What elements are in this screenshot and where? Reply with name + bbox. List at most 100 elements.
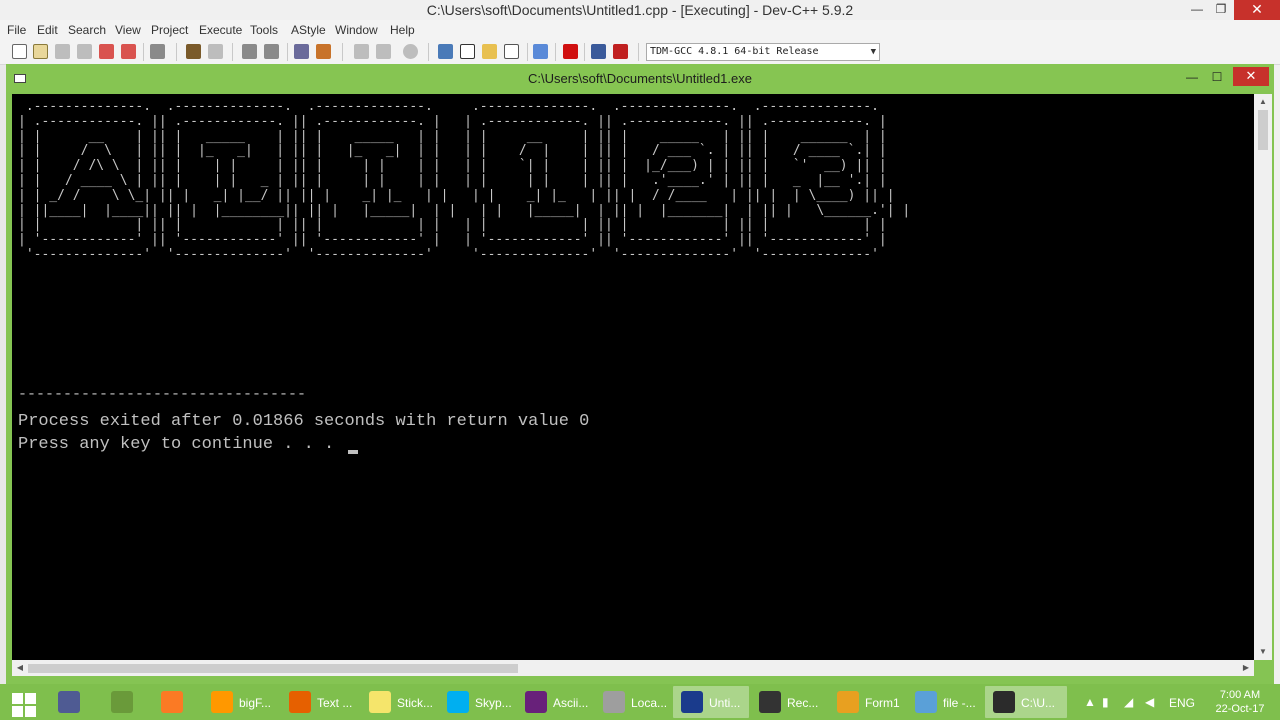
taskbar-app-label: Text ... [317, 696, 353, 710]
horizontal-scroll-thumb[interactable] [28, 664, 518, 673]
taskbar-app-label: Rec... [787, 696, 819, 710]
console-output[interactable]: .--------------. .--------------. .-----… [12, 94, 1254, 660]
taskbar-app-firefox[interactable]: Text ... [281, 686, 357, 718]
profile-chart-icon[interactable] [591, 44, 606, 59]
taskbar-app-sublime[interactable]: bigF... [203, 686, 279, 718]
ide-title: C:\Users\soft\Documents\Untitled1.cpp - … [426, 2, 854, 18]
print-icon[interactable] [150, 44, 165, 59]
taskbar: bigF... Text ... Stick... Skyp... Ascii... Lo… [0, 684, 1280, 720]
taskbar-app-recorder[interactable]: Rec... [751, 686, 827, 718]
taskbar-app-label: Stick... [397, 696, 434, 710]
toolbar-separator [638, 43, 639, 61]
menu-bar: File Edit Search View Project Execute To… [0, 20, 1280, 39]
taskbar-app-android-studio[interactable] [103, 686, 145, 718]
new-project-icon[interactable] [438, 44, 453, 59]
compiler-select-value: TDM-GCC 4.8.1 64-bit Release [650, 46, 819, 57]
undo-icon[interactable] [186, 44, 201, 59]
taskbar-app-php[interactable] [50, 686, 92, 718]
ide-maximize-button[interactable]: ❐ [1207, 0, 1235, 20]
menu-view[interactable]: View [115, 23, 141, 37]
ide-titlebar: C:\Users\soft\Documents\Untitled1.cpp - … [0, 0, 1280, 20]
find-icon[interactable] [242, 44, 257, 59]
menu-file[interactable]: File [7, 23, 26, 37]
taskbar-app-label: Unti... [709, 696, 741, 710]
taskbar-app-form[interactable]: Form1 [829, 686, 905, 718]
toolbar: TDM-GCC 4.8.1 64-bit Release ▼ [0, 39, 1280, 65]
taskbar-app-label: Skyp... [475, 696, 512, 710]
console-maximize-button[interactable]: ☐ [1203, 68, 1231, 88]
vertical-scrollbar[interactable]: ▲ ▼ [1254, 94, 1272, 660]
menu-help[interactable]: Help [390, 23, 415, 37]
recorder-icon [759, 691, 781, 713]
tray-network-icon[interactable]: ◢ [1124, 696, 1136, 708]
toolbar-separator [342, 43, 343, 61]
taskbar-app-dev-cpp[interactable]: Unti... [673, 686, 749, 718]
ide-close-button[interactable]: ✕ [1234, 0, 1280, 20]
redo-icon[interactable] [208, 44, 223, 59]
sticky-notes-icon [369, 691, 391, 713]
class-browser-icon[interactable] [482, 44, 497, 59]
vertical-scroll-thumb[interactable] [1258, 110, 1268, 150]
menu-execute[interactable]: Execute [199, 23, 242, 37]
indent-icon[interactable] [294, 44, 309, 59]
tray-language[interactable]: ENG [1169, 696, 1195, 710]
console-window: C:\Users\soft\Documents\Untitled1.exe — … [6, 64, 1274, 684]
taskbar-app-drive[interactable]: Loca... [595, 686, 671, 718]
file-icon [915, 691, 937, 713]
tray-volume-icon[interactable]: ◀ [1145, 696, 1157, 708]
toolbar-separator [232, 43, 233, 61]
new-file-icon[interactable] [12, 44, 27, 59]
taskbar-app-console[interactable]: C:\U... [985, 686, 1067, 718]
scroll-down-arrow-icon[interactable]: ▼ [1254, 644, 1272, 660]
scroll-right-arrow-icon[interactable]: ▶ [1238, 660, 1254, 676]
close-all-icon[interactable] [121, 44, 136, 59]
ascii-art-output: .--------------. .--------------. .-----… [18, 99, 911, 262]
window-icon[interactable] [460, 44, 475, 59]
menu-search[interactable]: Search [68, 23, 106, 37]
unindent-icon[interactable] [316, 44, 331, 59]
menu-edit[interactable]: Edit [37, 23, 58, 37]
tray-power-icon[interactable]: ▮ [1102, 696, 1114, 708]
taskbar-app-xampp[interactable] [153, 686, 195, 718]
start-button[interactable] [6, 690, 40, 717]
console-close-button[interactable]: ✕ [1233, 67, 1269, 86]
forward-icon[interactable] [376, 44, 391, 59]
delete-profile-icon[interactable] [613, 44, 628, 59]
taskbar-app-skype[interactable]: Skyp... [439, 686, 515, 718]
skype-icon [447, 691, 469, 713]
taskbar-app-visual-studio[interactable]: Ascii... [517, 686, 593, 718]
grid-icon[interactable] [504, 44, 519, 59]
menu-window[interactable]: Window [335, 23, 378, 37]
form-icon [837, 691, 859, 713]
xampp-icon [161, 691, 183, 713]
check-syntax-icon[interactable] [533, 44, 548, 59]
android-studio-icon [111, 691, 133, 713]
save-icon[interactable] [55, 44, 70, 59]
tray-clock[interactable]: 7:00 AM 22-Oct-17 [1208, 688, 1272, 716]
text-cursor [348, 450, 358, 454]
chevron-down-icon: ▼ [870, 47, 876, 57]
close-file-icon[interactable] [99, 44, 114, 59]
scroll-left-arrow-icon[interactable]: ◀ [12, 660, 28, 676]
menu-astyle[interactable]: AStyle [291, 23, 326, 37]
drive-icon [603, 691, 625, 713]
taskbar-app-sticky-notes[interactable]: Stick... [361, 686, 437, 718]
horizontal-scrollbar[interactable]: ◀ ▶ [12, 660, 1254, 676]
replace-icon[interactable] [264, 44, 279, 59]
toolbar-separator [428, 43, 429, 61]
taskbar-app-label: C:\U... [1021, 696, 1056, 710]
tray-expand-icon[interactable]: ▲ [1084, 696, 1096, 708]
console-minimize-button[interactable]: — [1178, 68, 1206, 88]
toolbar-separator [584, 43, 585, 61]
menu-tools[interactable]: Tools [250, 23, 278, 37]
menu-project[interactable]: Project [151, 23, 188, 37]
back-icon[interactable] [354, 44, 369, 59]
save-all-icon[interactable] [77, 44, 92, 59]
scroll-up-arrow-icon[interactable]: ▲ [1254, 94, 1272, 110]
taskbar-app-label: bigF... [239, 696, 272, 710]
open-file-icon[interactable] [33, 44, 48, 59]
bookmark-icon[interactable] [403, 44, 418, 59]
compiler-select[interactable]: TDM-GCC 4.8.1 64-bit Release ▼ [646, 43, 880, 61]
taskbar-app-file[interactable]: file -... [907, 686, 983, 718]
stop-execution-icon[interactable] [563, 44, 578, 59]
